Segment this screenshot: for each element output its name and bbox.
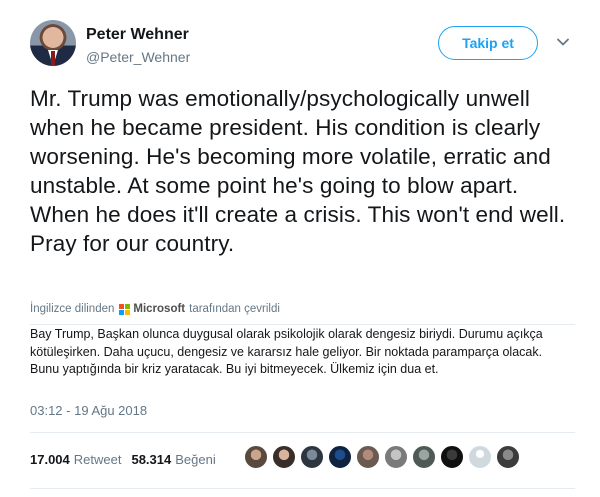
- user-name[interactable]: Peter Wehner: [86, 26, 189, 44]
- user-handle[interactable]: @Peter_Wehner: [86, 49, 190, 65]
- liker-avatar[interactable]: [272, 445, 296, 469]
- tweet-text: Mr. Trump was emotionally/psychologicall…: [30, 86, 566, 256]
- translation-prefix: İngilizce dilinden: [30, 303, 115, 315]
- translated-text: Bay Trump, Başkan olunca duygusal olarak…: [30, 327, 543, 376]
- liker-avatar[interactable]: [356, 445, 380, 469]
- like-count[interactable]: 58.314: [131, 452, 171, 467]
- translation-provider: Microsoft: [133, 303, 186, 315]
- liker-avatar[interactable]: [300, 445, 324, 469]
- retweet-label[interactable]: Retweet: [74, 452, 122, 467]
- tweet-header: Peter Wehner @Peter_Wehner Takip et: [30, 20, 575, 72]
- divider: [30, 488, 575, 489]
- translation-block: İngilizce dilinden Microsoft tarafından …: [30, 300, 575, 379]
- follow-button[interactable]: Takip et: [438, 26, 538, 60]
- liker-avatar[interactable]: [412, 445, 436, 469]
- translation-note: İngilizce dilinden Microsoft tarafından …: [30, 300, 575, 318]
- user-avatar[interactable]: [30, 20, 76, 66]
- liker-avatar[interactable]: [328, 445, 352, 469]
- tweet-stats: 17.004 Retweet 58.314 Beğeni: [30, 444, 226, 474]
- translation-suffix: tarafından çevrildi: [189, 303, 280, 315]
- liker-avatar[interactable]: [496, 445, 520, 469]
- chevron-down-icon[interactable]: [555, 34, 571, 50]
- liker-avatars: [244, 445, 524, 469]
- liker-avatar[interactable]: [440, 445, 464, 469]
- divider: [30, 432, 575, 433]
- like-label[interactable]: Beğeni: [175, 452, 215, 467]
- liker-avatar[interactable]: [384, 445, 408, 469]
- retweet-count[interactable]: 17.004: [30, 452, 70, 467]
- liker-avatar[interactable]: [244, 445, 268, 469]
- liker-avatar[interactable]: [468, 445, 492, 469]
- tweet-timestamp[interactable]: 03:12 - 19 Ağu 2018: [30, 403, 147, 418]
- microsoft-logo-icon: [119, 303, 131, 315]
- divider: [30, 324, 575, 325]
